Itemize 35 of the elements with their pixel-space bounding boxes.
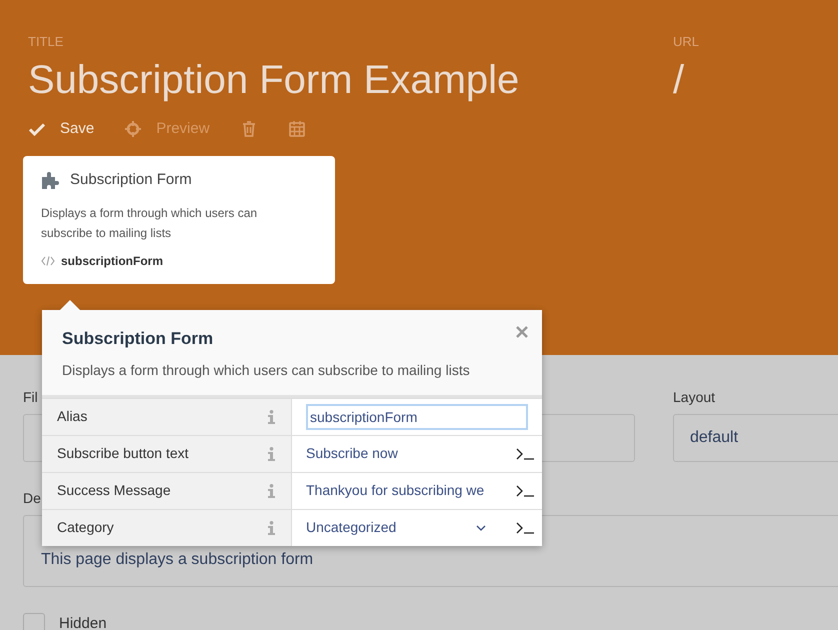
property-label: Alias [57, 407, 88, 426]
alias-input[interactable]: subscriptionForm [306, 404, 528, 430]
info-icon[interactable] [268, 520, 275, 534]
property-value[interactable]: Subscribe now [306, 443, 512, 464]
layout-label: Layout [673, 388, 716, 407]
component-description: Displays a form through which users can subscribe to mailing lists [41, 204, 258, 242]
hidden-checkbox[interactable] [23, 613, 45, 630]
crosshair-icon [124, 120, 142, 138]
popup-title: Subscription Form [62, 328, 214, 350]
component-title: Subscription Form [70, 170, 192, 190]
info-icon[interactable] [268, 446, 275, 460]
chevron-down-icon[interactable] [476, 524, 486, 530]
terminal-icon[interactable] [516, 522, 534, 534]
property-label: Success Message [57, 481, 171, 500]
hidden-label: Hidden [59, 614, 107, 630]
info-icon[interactable] [268, 410, 275, 424]
code-icon [41, 256, 55, 266]
component-alias: subscriptionForm [61, 252, 164, 270]
field-label: Fil [23, 388, 38, 407]
terminal-icon[interactable] [516, 448, 534, 460]
popup-description: Displays a form through which users can subscribe to mailing lists [62, 360, 471, 380]
url-label: URL [673, 33, 700, 51]
component-card[interactable]: Subscription Form Displays a form through which users can subscribe to mailing lists subscriptionForm [23, 156, 335, 284]
save-button[interactable]: Save [28, 118, 94, 140]
title-label: TITLE [28, 33, 64, 51]
field-label: De [23, 489, 41, 508]
property-value[interactable]: Thankyou for subscribing we [306, 480, 512, 501]
property-value[interactable]: Uncategorized [306, 517, 476, 538]
layout-select[interactable]: default [673, 414, 838, 462]
property-label: Subscribe button text [57, 444, 189, 463]
terminal-icon[interactable] [516, 484, 534, 496]
info-icon[interactable] [268, 484, 275, 498]
puzzle-icon [41, 170, 60, 190]
close-button[interactable] [516, 326, 528, 338]
property-label: Category [57, 518, 114, 537]
